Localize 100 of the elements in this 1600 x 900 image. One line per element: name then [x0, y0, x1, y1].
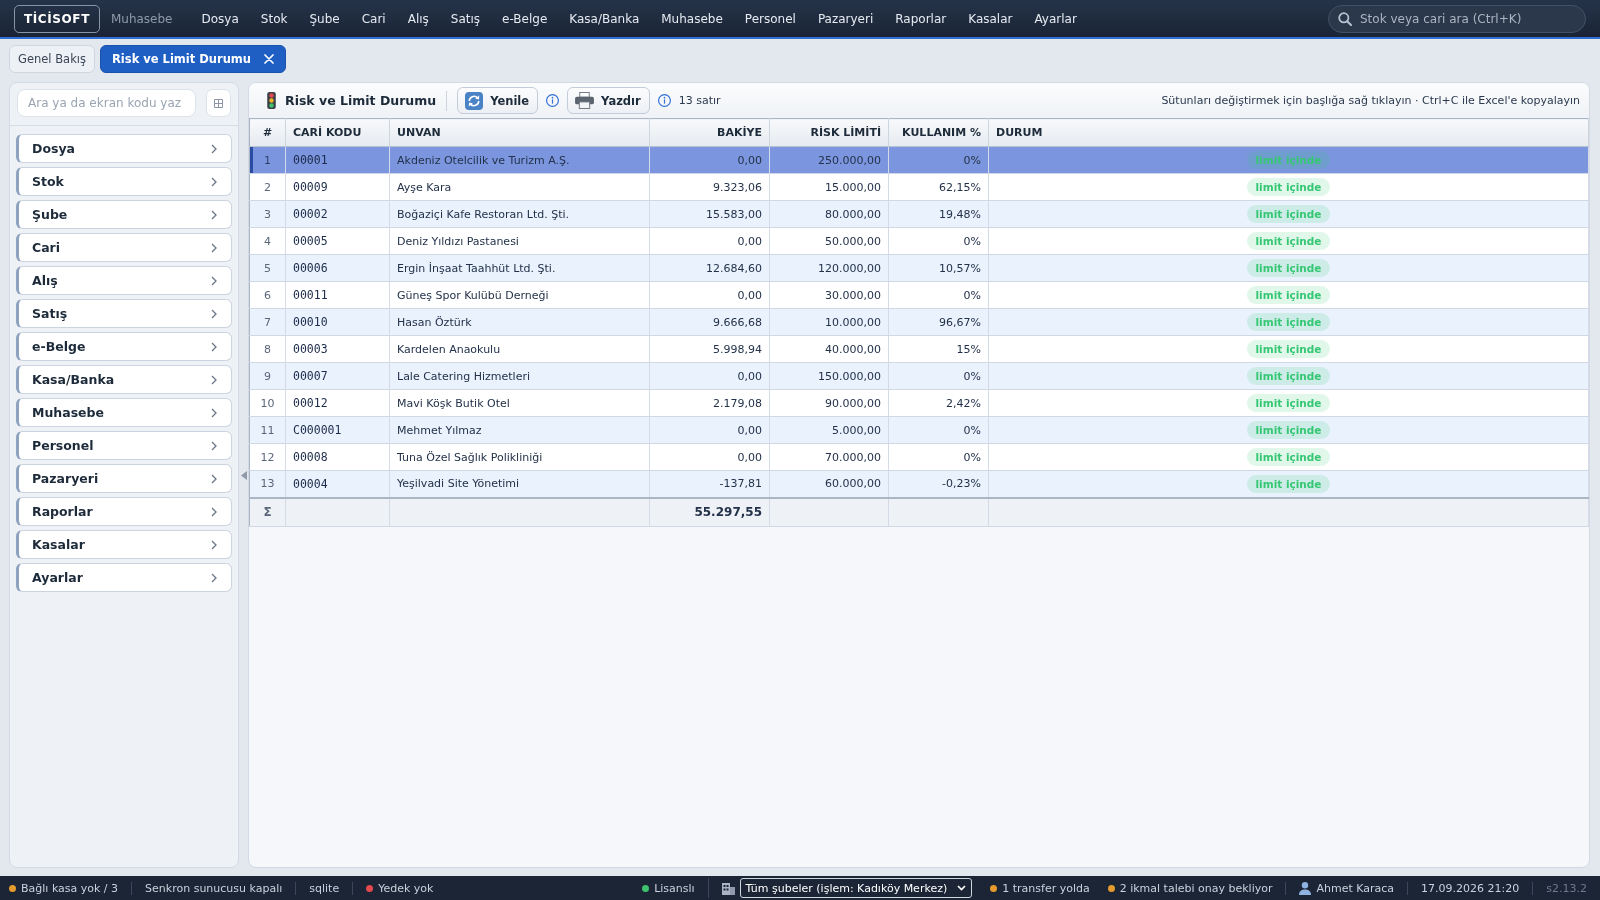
row-number: 11 [249, 416, 286, 444]
sidebar-item[interactable]: Ayarlar [16, 563, 232, 592]
menu-item[interactable]: Pazaryeri [817, 11, 874, 26]
status-badge: limit içinde [1246, 367, 1331, 385]
table-cell: Akdeniz Otelcilik ve Turizm A.Ş. [389, 146, 650, 174]
sidebar-item[interactable]: Alış [16, 266, 232, 295]
table-row[interactable]: 1 00001 Akdeniz Otelcilik ve Turizm A.Ş. 0,00 250.000,00 0% limit içinde [249, 146, 1589, 174]
menu-item[interactable]: Alış [407, 11, 429, 26]
traffic-light-icon [267, 92, 276, 109]
table-row[interactable]: 6 00011 Güneş Spor Kulübü Derneği 0,00 30.000,00 0% limit içinde [249, 281, 1589, 309]
tab[interactable]: Genel Bakış [9, 45, 95, 73]
menu-item[interactable]: Satış [450, 11, 481, 26]
column-header[interactable]: UNVAN [389, 118, 650, 147]
table-cell: Boğaziçi Kafe Restoran Ltd. Şti. [389, 200, 650, 228]
row-count: 13 satır [678, 94, 721, 107]
sidebar-item[interactable]: Kasalar [16, 530, 232, 559]
row-number: 1 [249, 146, 286, 174]
print-button[interactable]: Yazdır [567, 87, 650, 114]
sidebar-item[interactable]: Raporlar [16, 497, 232, 526]
sidebar-item[interactable]: Pazaryeri [16, 464, 232, 493]
table-cell: 0,00 [649, 416, 770, 444]
table-cell: 62,15% [888, 173, 989, 201]
user-name[interactable]: Ahmet Karaca [1316, 881, 1395, 895]
table-cell: -137,81 [649, 470, 770, 498]
code-cell: 00012 [285, 389, 390, 417]
table-row[interactable]: 10 00012 Mavi Köşk Butik Otel 2.179,08 90.000,00 2,42% limit içinde [249, 389, 1589, 417]
menu-item[interactable]: Ayarlar [1034, 11, 1077, 26]
table-cell: 80.000,00 [769, 200, 889, 228]
tab[interactable]: Risk ve Limit Durumu [100, 45, 287, 73]
sidebar-item[interactable]: Cari [16, 233, 232, 262]
menu-item[interactable]: Raporlar [895, 11, 947, 26]
column-header[interactable]: CARİ KODU [285, 118, 390, 147]
table-row[interactable]: 2 00009 Ayşe Kara 9.323,06 15.000,00 62,15% limit içinde [249, 173, 1589, 201]
sidebar-item[interactable]: Personel [16, 431, 232, 460]
menu-search-field[interactable]: Ara ya da ekran kodu yaz [17, 89, 197, 117]
table-cell: 50.000,00 [769, 227, 889, 255]
user-icon [1299, 881, 1312, 895]
code-cell: 00001 [285, 146, 390, 174]
status-badge: limit içinde [1246, 474, 1331, 493]
code-cell: 00003 [285, 335, 390, 363]
table-row[interactable]: 8 00003 Kardelen Anaokulu 5.998,94 40.000,00 15% limit içinde [249, 335, 1589, 363]
column-header[interactable]: BAKİYE [649, 118, 770, 147]
menu-item[interactable]: Personel [744, 11, 796, 26]
chevron-right-icon [211, 506, 217, 517]
sidebar-item[interactable]: Satış [16, 299, 232, 328]
table-row[interactable]: 9 00007 Lale Catering Hizmetleri 0,00 150.000,00 0% limit içinde [249, 362, 1589, 390]
menu-item[interactable]: Muhasebe [661, 11, 723, 26]
building-icon [721, 881, 735, 895]
column-header[interactable]: DURUM [988, 118, 1589, 147]
table-cell: 90.000,00 [769, 389, 889, 417]
menu-item[interactable]: e-Belge [502, 11, 548, 26]
menu-item[interactable]: Kasa/Banka [569, 11, 640, 26]
table-cell: 2.179,08 [649, 389, 770, 417]
sidebar-item[interactable]: Kasa/Banka [16, 365, 232, 394]
refresh-button[interactable]: Yenile [457, 87, 539, 114]
chevron-right-icon [211, 143, 217, 154]
table-cell: 40.000,00 [769, 335, 889, 363]
menu-item[interactable]: Cari [361, 11, 386, 26]
global-search-field[interactable]: Stok veya cari ara (Ctrl+K) [1328, 4, 1586, 33]
table-cell: Yeşilvadi Site Yönetimi [389, 470, 650, 498]
close-icon[interactable] [264, 54, 275, 64]
table-row[interactable]: 5 00006 Ergin İnşaat Taahhüt Ltd. Şti. 12.684,60 120.000,00 10,57% limit içinde [249, 254, 1589, 282]
row-number: 2 [249, 173, 286, 201]
column-header[interactable]: RİSK LİMİTİ [769, 118, 889, 147]
chevron-right-icon [211, 473, 217, 484]
table-cell: 9.666,68 [649, 308, 770, 336]
status-badge: limit içinde [1246, 340, 1331, 358]
grid-button[interactable] [206, 89, 231, 117]
table-row[interactable]: 13 00004 Yeşilvadi Site Yönetimi -137,81 60.000,00 -0,23% limit içinde [249, 470, 1589, 498]
table-cell: 15.000,00 [769, 173, 889, 201]
row-number: 8 [249, 335, 286, 363]
table-row[interactable]: 3 00002 Boğaziçi Kafe Restoran Ltd. Şti. 15.583,00 80.000,00 19,48% limit içinde [249, 200, 1589, 228]
chevron-down-icon [957, 885, 967, 891]
table-row[interactable]: 4 00005 Deniz Yıldızı Pastanesi 0,00 50.000,00 0% limit içinde [249, 227, 1589, 255]
menu-item[interactable]: Dosya [201, 11, 239, 26]
sidebar-item[interactable]: Şube [16, 200, 232, 229]
menu-item[interactable]: Şube [309, 11, 340, 26]
menu-item[interactable]: Stok [260, 11, 288, 26]
column-header[interactable]: KULLANIM % [888, 118, 989, 147]
sidebar-item[interactable]: Muhasebe [16, 398, 232, 427]
row-number: 4 [249, 227, 286, 255]
info-icon[interactable] [546, 94, 560, 107]
status-text: 17.09.2026 21:20 [1421, 881, 1520, 895]
table-row[interactable]: 12 00008 Tuna Özel Sağlık Polikliniği 0,00 70.000,00 0% limit içinde [249, 443, 1589, 471]
left-triangle-icon[interactable] [240, 470, 247, 480]
menu-item[interactable]: Kasalar [968, 11, 1013, 26]
info-icon[interactable] [657, 94, 671, 107]
sidebar-item[interactable]: e-Belge [16, 332, 232, 361]
sidebar-item[interactable]: Stok [16, 167, 232, 196]
sidebar-item[interactable]: Dosya [16, 134, 232, 163]
table-row[interactable]: 7 00010 Hasan Öztürk 9.666,68 10.000,00 96,67% limit içinde [249, 308, 1589, 336]
column-header[interactable]: # [249, 118, 286, 147]
branch-select[interactable]: Tüm şubeler (işlem: Kadıköy Merkez) [739, 878, 973, 898]
status-badge: limit içinde [1246, 394, 1331, 412]
code-cell: 00002 [285, 200, 390, 228]
table-cell: 250.000,00 [769, 146, 889, 174]
sum-label: Σ [249, 497, 286, 527]
table-row[interactable]: 11 C000001 Mehmet Yılmaz 0,00 5.000,00 0% limit içinde [249, 416, 1589, 444]
status-text: Yedek yok [378, 881, 434, 895]
row-number: 3 [249, 200, 286, 228]
